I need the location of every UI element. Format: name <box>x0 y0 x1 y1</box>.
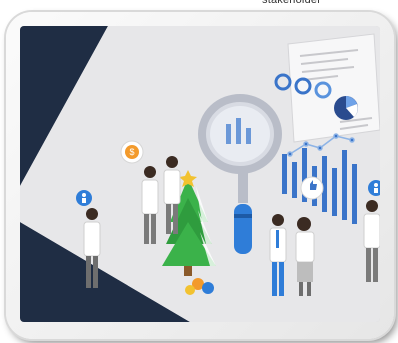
image-frame: $ <box>6 12 394 339</box>
svg-text:$: $ <box>129 147 134 157</box>
pie-chart-icon <box>334 96 358 120</box>
dollar-icon: $ <box>120 140 144 164</box>
report-sheet <box>287 33 380 143</box>
top-caption: stakeholder <box>262 0 322 6</box>
business-illustration: $ <box>20 26 380 322</box>
thumbs-up-icon <box>300 176 324 200</box>
person-icon <box>76 190 92 206</box>
